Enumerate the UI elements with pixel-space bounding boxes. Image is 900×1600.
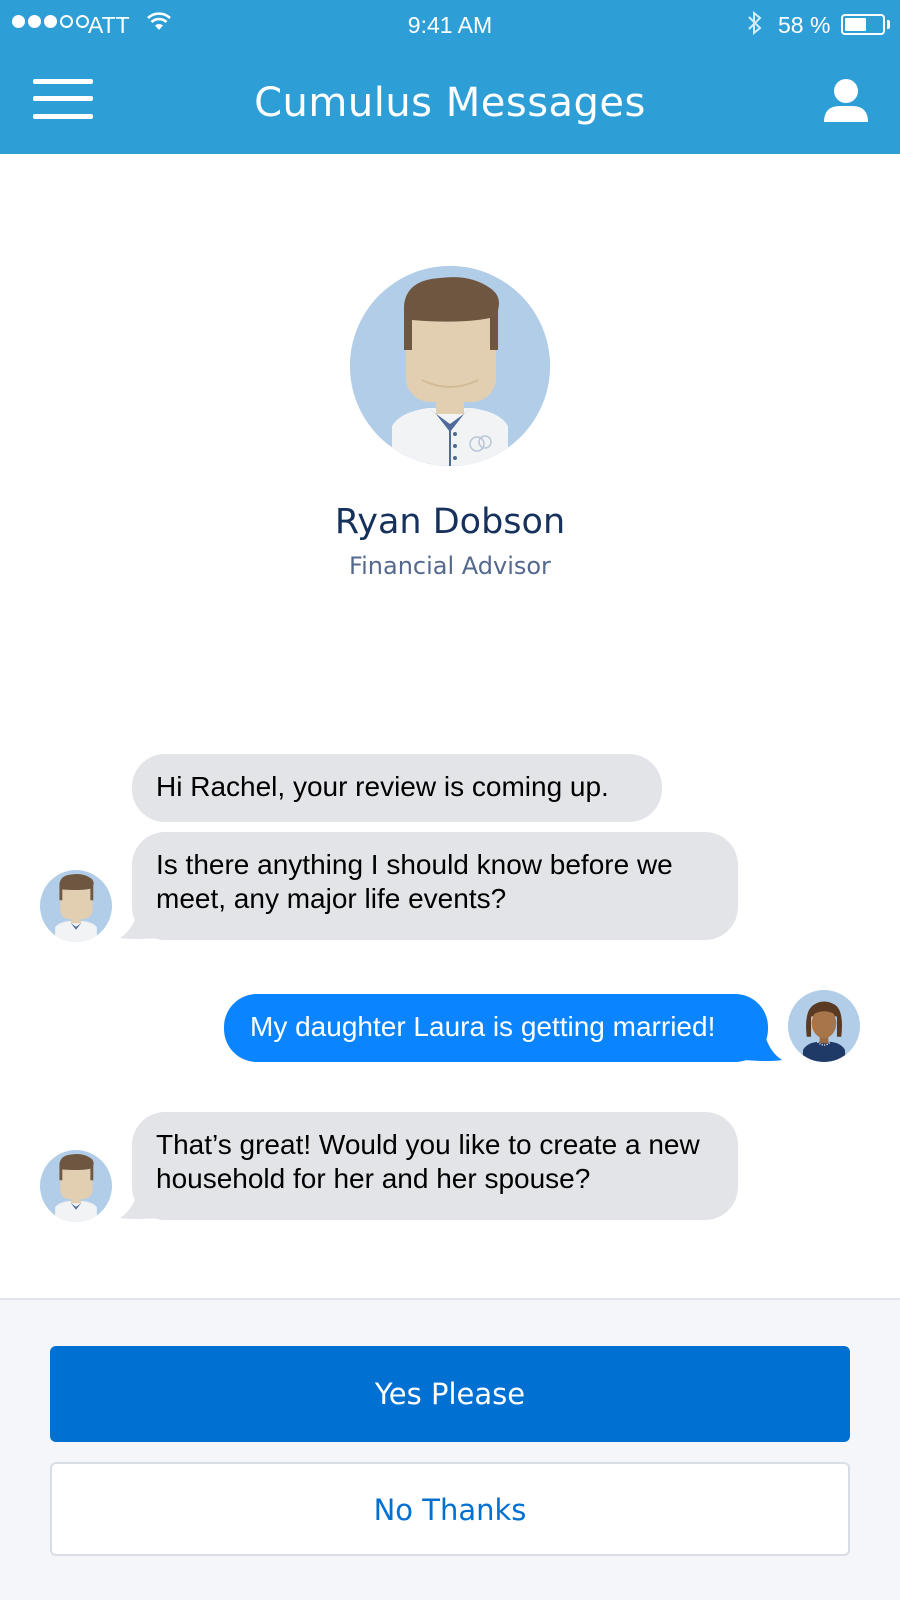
message-text: Hi Rachel, your review is coming up.	[156, 771, 609, 802]
status-time: 9:41 AM	[407, 12, 493, 38]
message-text: My daughter Laura is getting married!	[250, 1011, 716, 1042]
page-title: Cumulus Messages	[254, 80, 646, 126]
status-bar: ATT 9:41 AM 58 %	[0, 0, 900, 50]
message-text: That’s great! Would you like to create a…	[156, 1129, 700, 1194]
advisor-name: Ryan Dobson	[334, 502, 566, 542]
battery-nub	[887, 20, 890, 29]
chat-bubble-incoming: Hi Rachel, your review is coming up.	[132, 754, 662, 822]
app-header: ATT 9:41 AM 58 % Cumulus Messages	[0, 0, 900, 154]
battery-icon	[841, 14, 885, 35]
chat-bubble-outgoing: My daughter Laura is getting married!	[224, 994, 768, 1062]
advisor-avatar	[350, 266, 550, 466]
chat-bubble-incoming: Is there anything I should know before w…	[132, 832, 738, 940]
advisor-small-avatar	[40, 870, 112, 942]
advisor-title: Financial Advisor	[349, 552, 551, 580]
user-icon[interactable]	[818, 76, 874, 126]
message-text: Is there anything I should know before w…	[156, 849, 673, 914]
advisor-small-avatar	[40, 1150, 112, 1222]
no-thanks-button[interactable]: No Thanks	[50, 1462, 850, 1556]
action-footer: Yes Please No Thanks	[0, 1298, 900, 1600]
battery-percentage: 58 %	[778, 12, 831, 38]
nav-bar: Cumulus Messages	[0, 50, 900, 154]
chat-bubble-incoming: That’s great! Would you like to create a…	[132, 1112, 738, 1220]
user-small-avatar	[788, 990, 860, 1062]
bluetooth-icon	[748, 10, 762, 36]
yes-please-button[interactable]: Yes Please	[50, 1346, 850, 1442]
